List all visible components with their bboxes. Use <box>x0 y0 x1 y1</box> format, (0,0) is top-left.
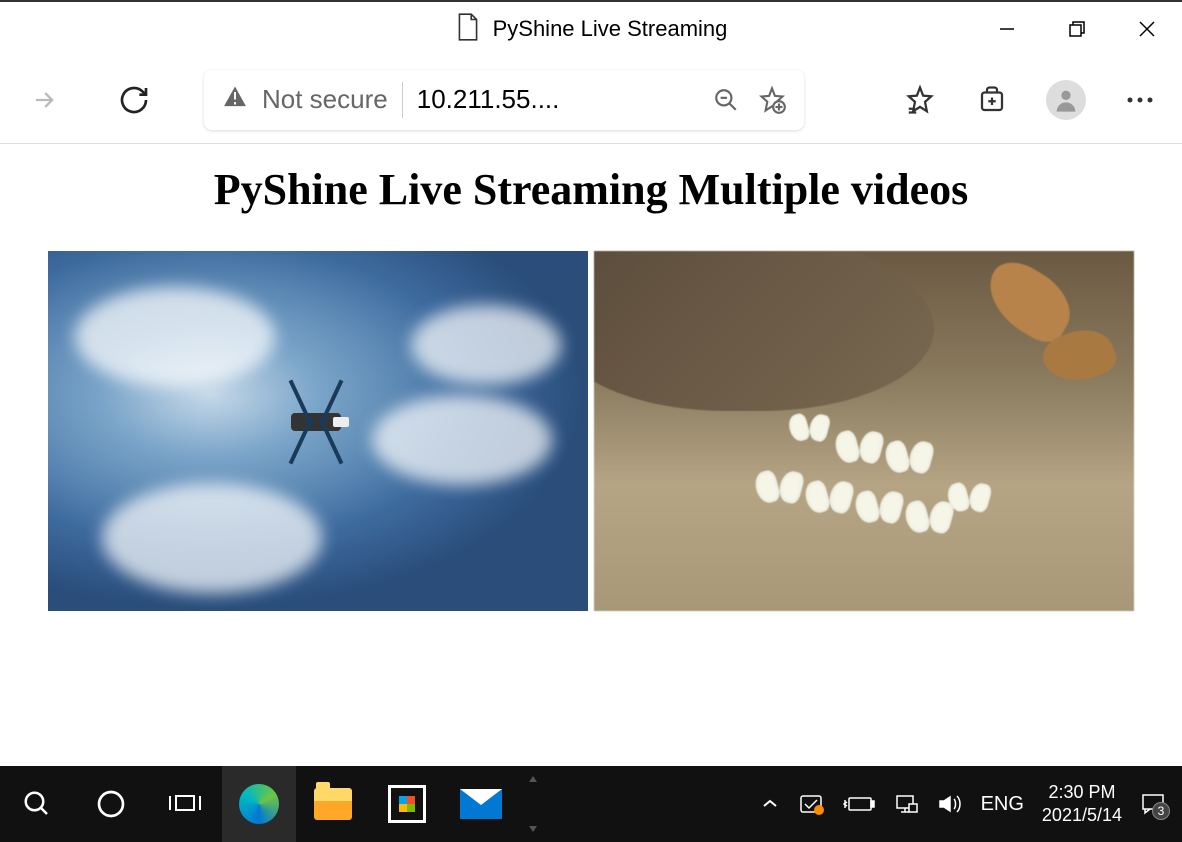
warning-icon <box>220 82 250 117</box>
notification-count: 3 <box>1152 802 1170 820</box>
window-title: PyShine Live Streaming <box>493 16 728 42</box>
search-button[interactable] <box>0 766 74 842</box>
page-heading: PyShine Live Streaming Multiple videos <box>0 164 1182 215</box>
page-content: PyShine Live Streaming Multiple videos <box>0 144 1182 631</box>
time-text: 2:30 PM <box>1042 781 1122 804</box>
network-icon[interactable] <box>893 792 919 816</box>
collections-icon[interactable] <box>974 82 1010 118</box>
onedrive-icon[interactable] <box>797 792 825 816</box>
profile-avatar[interactable] <box>1046 80 1086 120</box>
maximize-button[interactable] <box>1042 2 1112 56</box>
address-bar[interactable]: Not secure 10.211.55.... <box>204 70 804 130</box>
close-button[interactable] <box>1112 2 1182 56</box>
battery-icon[interactable] <box>843 794 875 814</box>
forward-button[interactable] <box>24 80 64 120</box>
date-text: 2021/5/14 <box>1042 804 1122 827</box>
video-stream-2 <box>594 251 1134 611</box>
favorites-icon[interactable] <box>902 82 938 118</box>
security-status: Not secure <box>262 84 388 115</box>
satellite-graphic <box>291 413 341 431</box>
clock[interactable]: 2:30 PM 2021/5/14 <box>1042 781 1122 828</box>
action-center-icon[interactable]: 3 <box>1140 792 1166 816</box>
browser-toolbar: Not secure 10.211.55.... <box>0 56 1182 144</box>
favorite-add-icon[interactable] <box>756 84 788 116</box>
store-taskbar-icon[interactable] <box>370 766 444 842</box>
video-grid <box>0 251 1182 611</box>
mail-taskbar-icon[interactable] <box>444 766 518 842</box>
tray-chevron-icon[interactable] <box>761 798 779 810</box>
minimize-button[interactable] <box>972 2 1042 56</box>
zoom-out-icon[interactable] <box>710 84 742 116</box>
video-stream-1 <box>48 251 588 611</box>
refresh-button[interactable] <box>114 80 154 120</box>
edge-taskbar-icon[interactable] <box>222 766 296 842</box>
explorer-taskbar-icon[interactable] <box>296 766 370 842</box>
window-titlebar: PyShine Live Streaming <box>0 0 1182 56</box>
menu-icon[interactable] <box>1122 82 1158 118</box>
page-icon <box>455 12 481 47</box>
volume-icon[interactable] <box>937 792 963 816</box>
language-indicator[interactable]: ENG <box>981 793 1024 816</box>
cortana-button[interactable] <box>74 766 148 842</box>
windows-taskbar: ENG 2:30 PM 2021/5/14 3 <box>0 766 1182 842</box>
url-text[interactable]: 10.211.55.... <box>417 84 696 115</box>
taskbar-scroll[interactable] <box>518 766 548 842</box>
task-view-button[interactable] <box>148 766 222 842</box>
divider <box>402 82 403 118</box>
